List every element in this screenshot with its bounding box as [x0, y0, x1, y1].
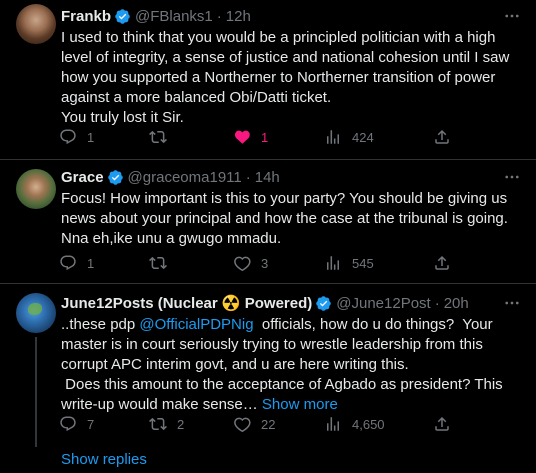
reply-icon: [60, 255, 76, 271]
retweet-count: 2: [177, 416, 185, 432]
reply-icon: [60, 416, 76, 432]
share-icon: [435, 129, 449, 144]
reply-icon: [60, 129, 76, 145]
verified-badge-icon: [115, 8, 130, 24]
share-icon: [435, 416, 449, 431]
view-count: 424: [352, 129, 374, 145]
avatar[interactable]: [16, 4, 56, 44]
show-replies-link[interactable]: Show replies: [61, 451, 147, 468]
reply-button[interactable]: 7: [59, 414, 94, 434]
like-button[interactable]: 22: [233, 414, 275, 434]
reply-count: 1: [87, 255, 95, 271]
more-options-icon[interactable]: [502, 167, 522, 187]
more-options-icon[interactable]: [502, 293, 522, 313]
analytics-icon: [327, 256, 339, 270]
display-name[interactable]: Grace: [61, 169, 104, 186]
share-button[interactable]: [433, 253, 451, 273]
share-button[interactable]: [433, 414, 451, 434]
timestamp[interactable]: 14h: [255, 169, 280, 186]
reply-button[interactable]: 1: [59, 253, 94, 273]
timestamp[interactable]: 20h: [444, 295, 469, 312]
retweet-icon: [149, 417, 167, 431]
heart-icon: [234, 256, 251, 272]
separator-dot: ·: [216, 7, 222, 25]
retweet-button[interactable]: 2: [149, 414, 184, 434]
show-more-link[interactable]: Show more: [262, 396, 338, 413]
reply-count: 7: [87, 416, 95, 432]
like-count: 22: [261, 416, 276, 432]
tweet-header: Frankb @FBlanks1 · 12h: [61, 6, 251, 26]
heart-icon: [234, 417, 251, 433]
separator-dot: ·: [434, 294, 440, 312]
heart-filled-icon: [234, 130, 250, 144]
verified-badge-icon: [107, 169, 123, 185]
retweet-icon: [149, 256, 167, 270]
views-button[interactable]: 545: [324, 253, 374, 273]
views-button[interactable]: 424: [324, 127, 374, 147]
tweet-text: Focus! How important is this to your par…: [61, 190, 513, 247]
avatar[interactable]: [16, 169, 56, 209]
tweet-header: June12Posts (Nuclear ☢️ Powered) @June12…: [61, 293, 469, 313]
thread-line: [35, 337, 37, 447]
tweet[interactable]: June12Posts (Nuclear ☢️ Powered) @June12…: [0, 283, 536, 473]
analytics-icon: [327, 417, 339, 431]
avatar[interactable]: [16, 293, 56, 333]
view-count: 4,650: [352, 416, 385, 432]
tweet-text: ..these pdp @OfficialPDPNig officials, h…: [61, 315, 521, 415]
tweet[interactable]: Grace @graceoma1911 · 14h Focus! How imp…: [0, 159, 536, 283]
like-count: 1: [261, 129, 269, 145]
tweet-text: I used to think that you would be a prin…: [61, 29, 510, 126]
more-options-icon[interactable]: [502, 6, 522, 26]
like-button[interactable]: 1: [233, 127, 268, 147]
mention-link[interactable]: @OfficialPDPNig: [139, 316, 253, 333]
share-button[interactable]: [433, 127, 451, 147]
tweet-header: Grace @graceoma1911 · 14h: [61, 167, 280, 187]
user-handle[interactable]: @June12Post: [336, 295, 430, 312]
views-button[interactable]: 4,650: [324, 414, 385, 434]
display-name[interactable]: June12Posts (Nuclear ☢️ Powered): [61, 294, 312, 312]
view-count: 545: [352, 255, 374, 271]
reply-button[interactable]: 1: [59, 127, 94, 147]
reply-count: 1: [87, 129, 95, 145]
tweet-actions: 7 2 22 4,650: [59, 414, 479, 434]
tweet[interactable]: Frankb @FBlanks1 · 12h I used to think t…: [0, 0, 536, 159]
user-handle[interactable]: @graceoma1911: [128, 169, 242, 186]
tweet-text-part: ..these pdp: [61, 316, 140, 333]
like-button[interactable]: 3: [233, 253, 268, 273]
display-name[interactable]: Frankb: [61, 8, 111, 25]
verified-badge-icon: [316, 295, 332, 311]
analytics-icon: [327, 130, 339, 144]
tweet-actions: 1 3 545: [59, 253, 479, 273]
separator-dot: ·: [245, 168, 251, 186]
timestamp[interactable]: 12h: [226, 8, 251, 25]
tweet-actions: 1 1 424: [59, 127, 479, 147]
like-count: 3: [261, 255, 269, 271]
retweet-button[interactable]: [149, 127, 177, 147]
user-handle[interactable]: @FBlanks1: [135, 8, 213, 25]
retweet-button[interactable]: [149, 253, 177, 273]
retweet-icon: [149, 130, 167, 144]
share-icon: [435, 255, 449, 270]
